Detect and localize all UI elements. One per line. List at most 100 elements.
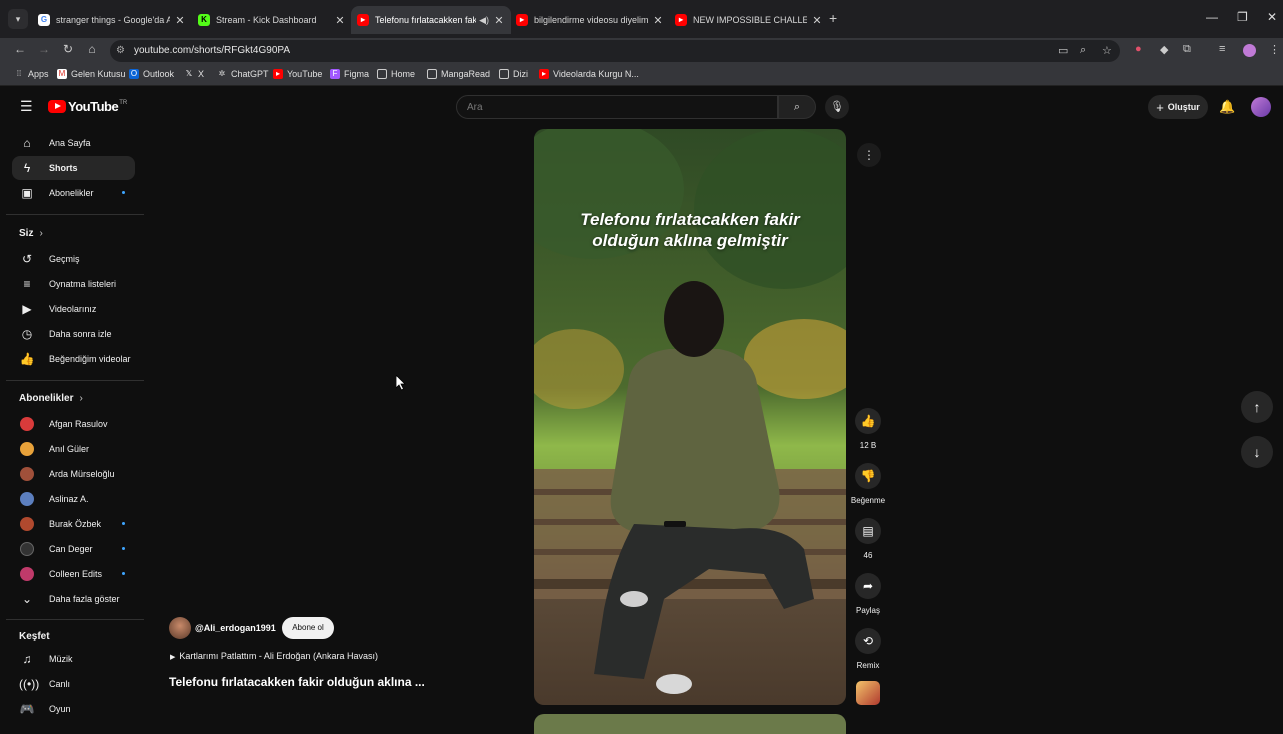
browser-tab-4[interactable]: ▸ bilgilendirme videosu diyelim :) ✕ <box>510 6 670 34</box>
bookmark-kurgu[interactable]: ▸ Videolarda Kurgu N... <box>539 69 639 79</box>
browser-tab-1[interactable]: G stranger things - Google'da Ara ✕ <box>32 6 192 34</box>
close-tab-icon[interactable]: ✕ <box>493 14 505 27</box>
sidebar-item-music[interactable]: ♫ Müzik <box>12 647 135 671</box>
site-info-icon[interactable]: ⚙ <box>116 45 125 56</box>
restore-icon[interactable]: ❐ <box>1237 10 1248 24</box>
sidebar-item-live[interactable]: ((•)) Canlı <box>12 672 135 696</box>
sidebar-item-home[interactable]: ⌂ Ana Sayfa <box>12 131 135 155</box>
previous-short-button[interactable]: ↑ <box>1241 391 1273 423</box>
sidebar-channel-aslinaz[interactable]: Aslinaz A. <box>12 487 135 511</box>
sidebar-channel-afgan-rasulov[interactable]: Afgan Rasulov <box>12 412 135 436</box>
youtube-logo[interactable]: YouTube TR <box>48 99 127 114</box>
dislike-button[interactable]: 👎 Beğenme <box>846 463 890 505</box>
sidebar-item-label: Canlı <box>49 679 71 689</box>
short-title[interactable]: Telefonu fırlatacakken fakir olduğun akl… <box>169 675 425 689</box>
sidebar-channel-colleen-edits[interactable]: Colleen Edits <box>12 562 135 586</box>
extension-icon[interactable]: ● <box>1135 43 1142 55</box>
extensions-puzzle-icon[interactable]: ⧉ <box>1183 43 1191 56</box>
browser-tab-3-active[interactable]: ▸ Telefonu fırlatacakken fakir ◀) ✕ <box>351 6 511 34</box>
bookmark-apps[interactable]: ⁞⁞ Apps <box>14 69 49 79</box>
account-avatar[interactable] <box>1251 97 1271 117</box>
close-window-icon[interactable]: ✕ <box>1267 10 1277 24</box>
new-content-dot <box>122 191 125 194</box>
channel-avatar[interactable] <box>169 617 191 639</box>
shorts-icon: ϟ <box>23 161 31 175</box>
address-bar[interactable]: ⚙ youtube.com/shorts/RFGkt4G90PA ▭ ⌕ ☆ <box>110 40 1120 62</box>
search-input[interactable]: Ara <box>456 95 778 119</box>
extension-icon[interactable]: ◆ <box>1160 43 1168 56</box>
sidebar-item-subscriptions[interactable]: ▣ Abonelikler <box>12 181 135 205</box>
sidebar-channel-arda-murseloglu[interactable]: Arda Mürseloğlu <box>12 462 135 486</box>
sidebar-item-history[interactable]: ↺ Geçmiş <box>12 247 135 271</box>
subscribe-button[interactable]: Abone ol <box>282 617 334 639</box>
music-link[interactable]: ▶ Kartlarımı Patlattım - Ali Erdoğan (Ank… <box>170 651 378 661</box>
next-short-preview[interactable] <box>534 714 846 734</box>
sidebar-show-more[interactable]: ⌄ Daha fazla göster <box>12 587 135 611</box>
sidebar-item-label: Videolarınız <box>49 304 97 314</box>
sound-thumbnail[interactable] <box>856 681 880 705</box>
bookmark-label: MangaRead <box>441 69 491 79</box>
close-tab-icon[interactable]: ✕ <box>652 14 664 27</box>
bookmark-star-icon[interactable]: ☆ <box>1102 44 1112 57</box>
sidebar-item-playlists[interactable]: ≡ Oynatma listeleri <box>12 272 135 296</box>
tab-search-button[interactable]: ▾ <box>8 9 28 29</box>
close-tab-icon[interactable]: ✕ <box>811 14 823 27</box>
sidebar-item-watch-later[interactable]: ◷ Daha sonra izle <box>12 322 135 346</box>
history-icon: ↺ <box>21 252 33 266</box>
youtube-icon: ▸ <box>273 69 283 79</box>
home-icon[interactable]: ⌂ <box>83 42 101 56</box>
zoom-icon[interactable]: ⌕ <box>1080 44 1086 57</box>
bookmark-youtube[interactable]: ▸ YouTube <box>273 69 322 79</box>
browser-tab-5[interactable]: ▸ NEW IMPOSSIBLE CHALLENGE ✕ <box>669 6 829 34</box>
menu-kebab-icon[interactable]: ⋮ <box>1269 43 1280 56</box>
forward-icon[interactable]: → <box>35 42 53 56</box>
notifications-bell-icon[interactable]: 🔔 <box>1219 99 1235 115</box>
sidebar-item-liked-videos[interactable]: 👍 Beğendiğim videolar <box>12 347 135 371</box>
more-options-icon[interactable]: ⋮ <box>857 143 881 167</box>
sidebar-channel-can-deger[interactable]: Can Deger <box>12 537 135 561</box>
menu-hamburger-icon[interactable]: ☰ <box>20 98 33 115</box>
your-videos-icon: ▶ <box>22 302 32 316</box>
browser-tab-2[interactable]: K Stream - Kick Dashboard ✕ <box>192 6 352 34</box>
new-tab-button[interactable]: + <box>829 10 837 26</box>
create-label: Oluştur <box>1167 102 1200 112</box>
shorts-video-player[interactable]: Telefonu fırlatacakken fakir olduğun akl… <box>534 129 846 705</box>
profile-avatar-icon[interactable] <box>1243 44 1256 57</box>
bookmark-x[interactable]: 𝕏X <box>184 69 204 79</box>
bookmark-home[interactable]: Home <box>377 69 415 79</box>
bookmark-chatgpt[interactable]: ✲ ChatGPT <box>217 69 269 79</box>
sidebar-item-gaming[interactable]: 🎮 Oyun <box>12 697 135 721</box>
bookmark-mangaread[interactable]: MangaRead <box>427 69 490 79</box>
close-tab-icon[interactable]: ✕ <box>174 14 186 27</box>
media-control-icon[interactable]: ≡ <box>1219 43 1225 55</box>
caption-line: Telefonu fırlatacakken fakir <box>580 210 800 229</box>
google-icon: G <box>38 14 50 26</box>
voice-search-button[interactable]: 🎙 <box>825 95 849 119</box>
close-tab-icon[interactable]: ✕ <box>334 14 346 27</box>
comments-button[interactable]: ▤ 46 <box>846 518 890 560</box>
create-button[interactable]: + Oluştur <box>1148 95 1208 119</box>
sidebar-heading-you[interactable]: Siz › <box>19 228 43 239</box>
cast-icon[interactable]: ▭ <box>1058 44 1068 57</box>
bookmark-dizi[interactable]: Dizi <box>499 69 528 79</box>
sidebar-heading-subscriptions[interactable]: Abonelikler › <box>19 393 83 404</box>
bookmark-outlook[interactable]: O Outlook <box>129 69 174 79</box>
url-text[interactable]: youtube.com/shorts/RFGkt4G90PA <box>134 45 290 56</box>
search-button[interactable]: ⌕ <box>778 95 816 119</box>
bookmark-figma[interactable]: F Figma <box>330 69 369 79</box>
like-button[interactable]: 👍 12 B <box>846 408 890 450</box>
bookmark-gmail[interactable]: M Gelen Kutusu <box>57 69 126 79</box>
share-button[interactable]: ➦ Paylaş <box>846 573 890 615</box>
sidebar-channel-burak-ozbek[interactable]: Burak Özbek <box>12 512 135 536</box>
sidebar-item-your-videos[interactable]: ▶ Videolarınız <box>12 297 135 321</box>
sidebar-channel-anil-guler[interactable]: Anıl Güler <box>12 437 135 461</box>
chatgpt-icon: ✲ <box>218 69 226 78</box>
speaker-icon[interactable]: ◀) <box>479 15 489 26</box>
channel-handle[interactable]: @Ali_erdogan1991 <box>195 623 276 633</box>
remix-button[interactable]: ⟲ Remix <box>846 628 890 670</box>
back-icon[interactable]: ← <box>11 42 29 56</box>
sidebar-item-shorts[interactable]: ϟ Shorts <box>12 156 135 180</box>
next-short-button[interactable]: ↓ <box>1241 436 1273 468</box>
reload-icon[interactable]: ↻ <box>59 42 77 56</box>
minimize-icon[interactable]: — <box>1206 10 1218 24</box>
